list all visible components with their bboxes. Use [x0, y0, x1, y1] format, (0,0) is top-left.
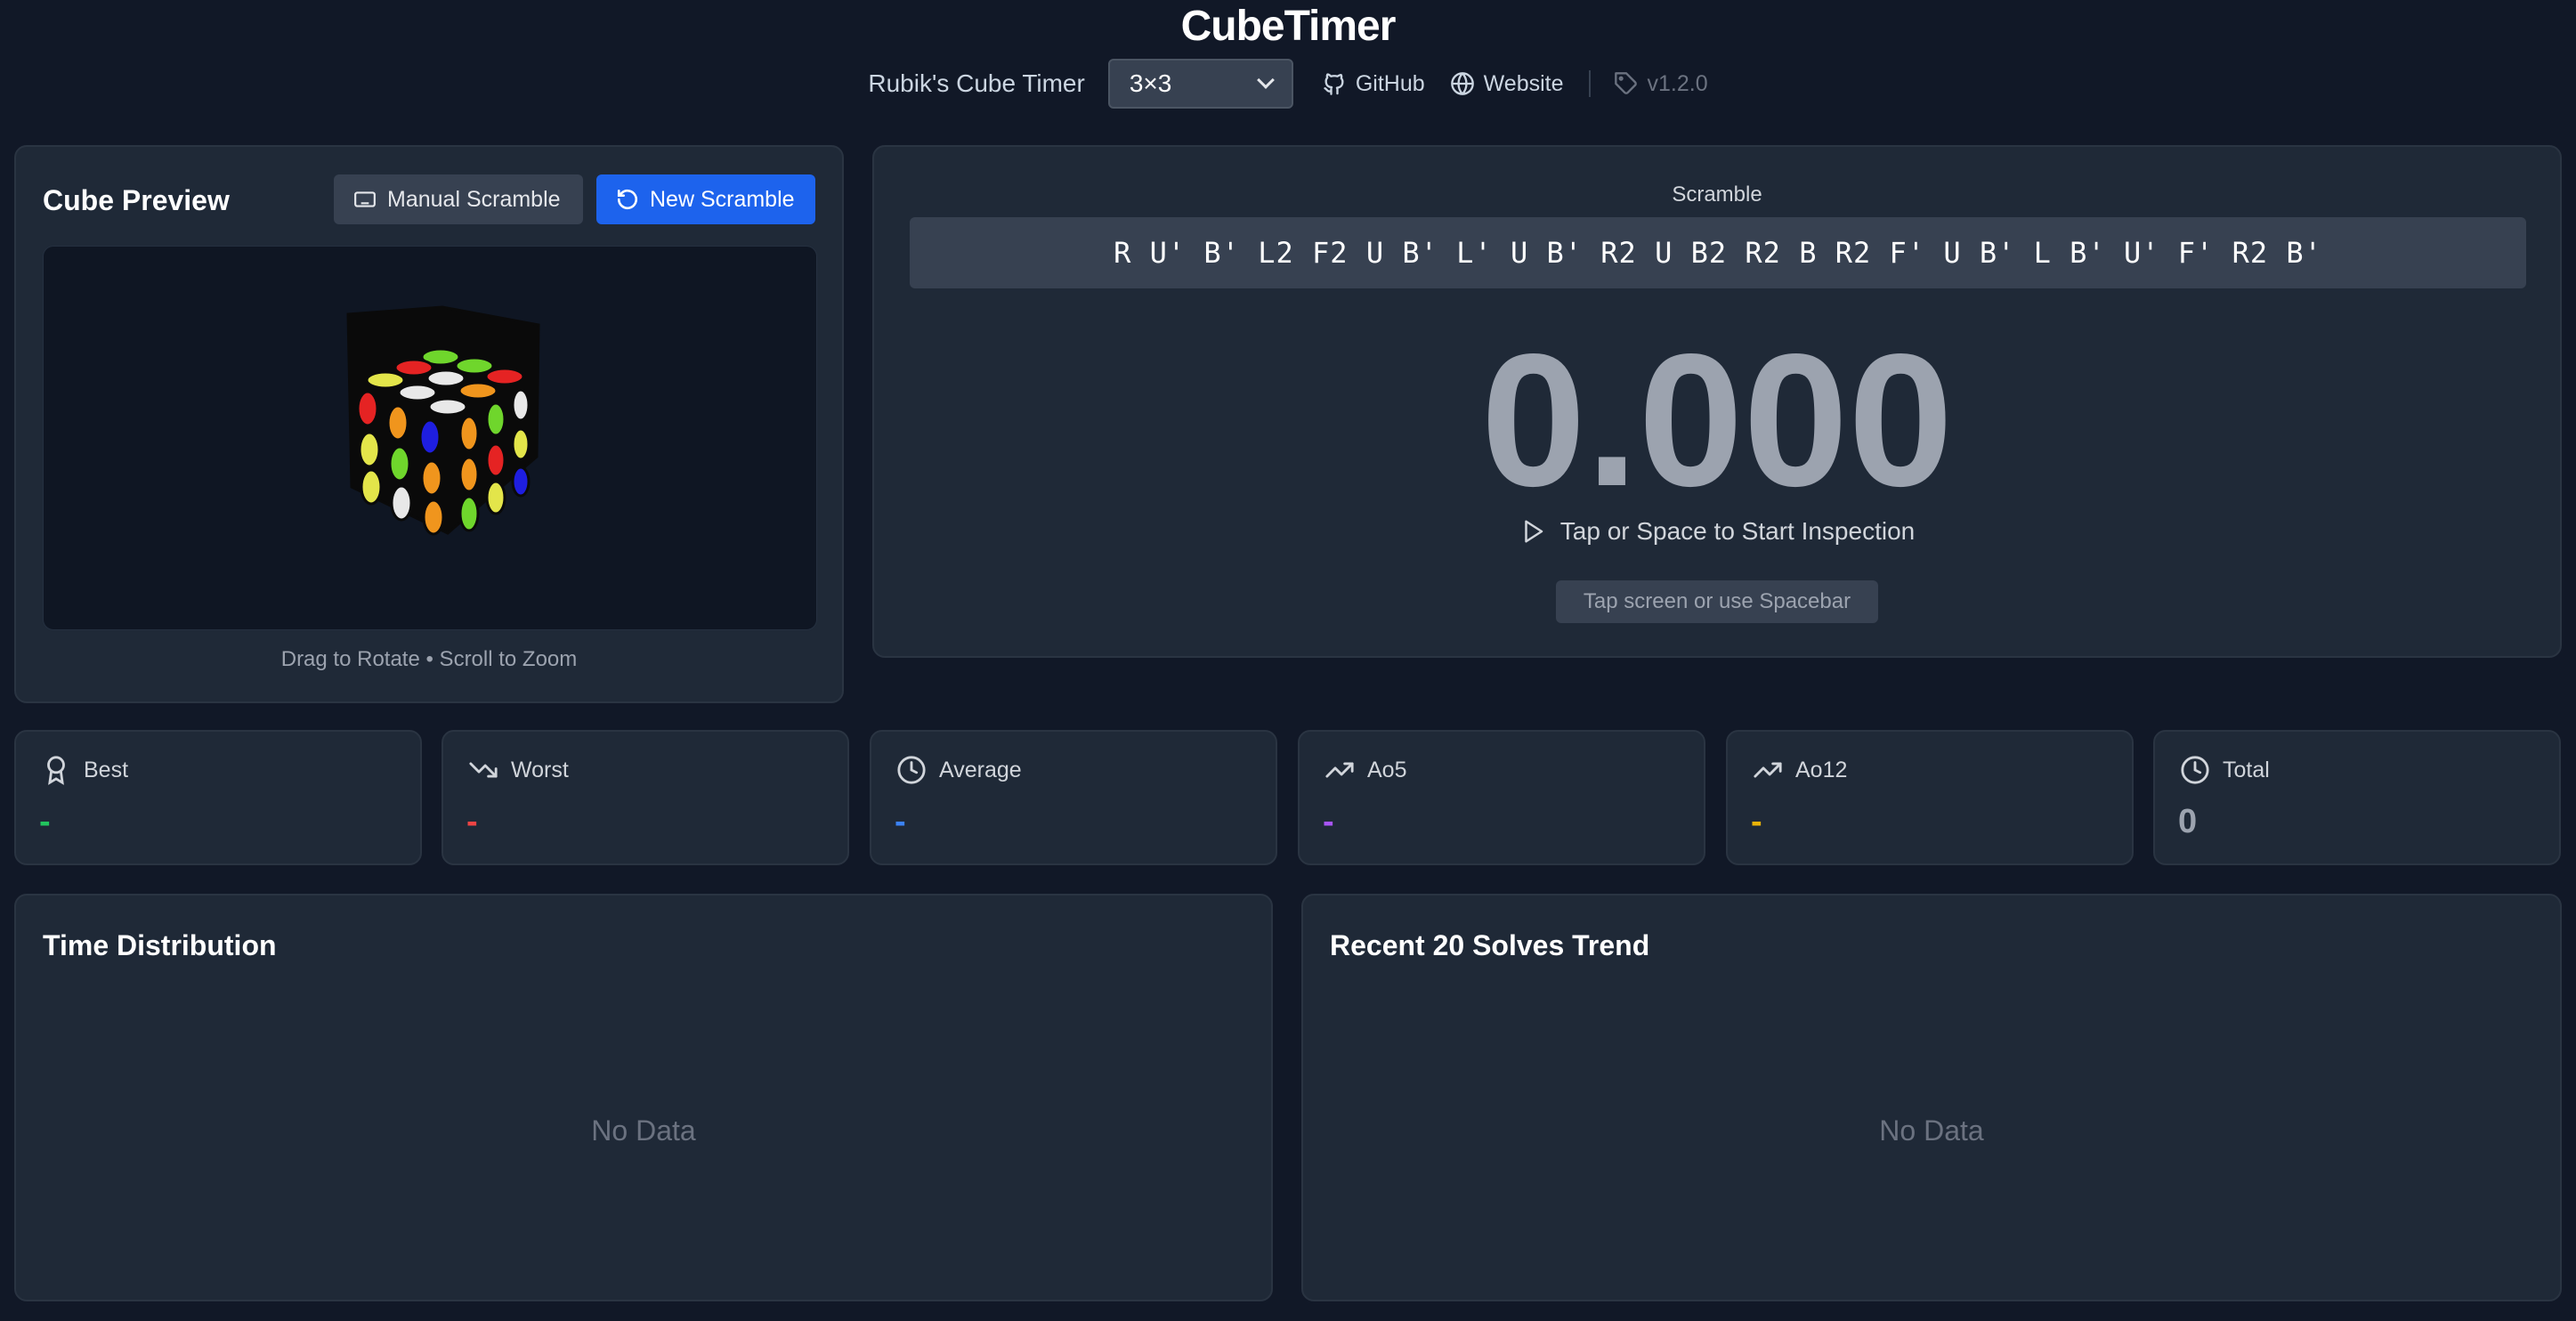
stat-value: - — [39, 803, 51, 840]
cube-controls-hint: Drag to Rotate • Scroll to Zoom — [280, 647, 578, 671]
website-link[interactable]: Website — [1450, 71, 1564, 97]
stat-card-best: Best - — [14, 730, 422, 865]
timer-card[interactable]: Scramble R U' B' L2 F2 U B' L' U B' R2 U… — [872, 145, 2562, 658]
trending-up-icon — [1754, 762, 1782, 778]
stat-value: - — [895, 803, 906, 840]
no-data-message: No Data — [1879, 1114, 1984, 1147]
cube-3d-viewport[interactable] — [43, 246, 817, 630]
new-scramble-label: New Scramble — [650, 186, 795, 212]
stat-value: 0 — [2178, 803, 2198, 840]
stat-value: - — [466, 803, 478, 840]
github-link[interactable]: GitHub — [1322, 71, 1425, 97]
app-title: CubeTimer — [1180, 3, 1397, 50]
time-distribution-title: Time Distribution — [43, 929, 277, 961]
stat-label: Average — [939, 757, 1022, 782]
stat-value: - — [1323, 803, 1334, 840]
chevron-down-icon — [1256, 71, 1275, 89]
award-icon — [47, 756, 65, 785]
website-label: Website — [1483, 70, 1564, 96]
stat-label: Ao5 — [1367, 757, 1407, 782]
recent-trend-title: Recent 20 Solves Trend — [1330, 929, 1650, 961]
new-scramble-button[interactable]: New Scramble — [596, 174, 815, 224]
clock-icon — [2181, 756, 2209, 784]
app-subtitle: Rubik's Cube Timer — [868, 69, 1085, 97]
github-label: GitHub — [1355, 70, 1425, 96]
stat-value: - — [1751, 803, 1762, 840]
play-icon — [1525, 520, 1543, 543]
stat-label: Worst — [511, 757, 569, 782]
github-icon — [1324, 73, 1344, 95]
version-badge: v1.2.0 — [1614, 71, 1708, 97]
stat-card-ao12: Ao12 - — [1726, 730, 2134, 865]
rubiks-cube-3d — [346, 305, 540, 536]
stat-card-average: Average - — [870, 730, 1277, 865]
header-divider — [1588, 70, 1591, 97]
keyboard-icon — [354, 191, 376, 207]
recent-trend-card: Recent 20 Solves Trend No Data — [1301, 894, 2562, 1301]
time-distribution-card: Time Distribution No Data — [14, 894, 1273, 1301]
stat-label: Best — [84, 757, 129, 782]
globe-icon — [1450, 72, 1474, 95]
puzzle-type-value: 3×3 — [1129, 69, 1172, 97]
cube-preview-title: Cube Preview — [43, 184, 230, 216]
trending-down-icon — [469, 762, 498, 778]
manual-scramble-button[interactable]: Manual Scramble — [334, 174, 583, 224]
tap-hint-button[interactable]: Tap screen or use Spacebar — [1556, 580, 1878, 623]
cube-preview-card: Cube Preview Manual Scramble New Scrambl… — [14, 145, 844, 703]
manual-scramble-label: Manual Scramble — [387, 186, 561, 212]
scramble-text: R U' B' L2 F2 U B' L' U B' R2 U B2 R2 B … — [910, 217, 2526, 288]
version-label: v1.2.0 — [1647, 70, 1708, 96]
no-data-message: No Data — [591, 1114, 696, 1147]
stat-label: Ao12 — [1795, 757, 1848, 782]
trending-up-icon — [1325, 762, 1354, 778]
stat-label: Total — [2223, 757, 2270, 782]
inspection-prompt: Tap or Space to Start Inspection — [874, 517, 2560, 546]
refresh-icon — [617, 189, 638, 210]
timer-display: 0.000 — [1480, 314, 1954, 525]
scramble-label: Scramble — [1672, 182, 1762, 207]
stat-card-total: Total 0 — [2153, 730, 2561, 865]
stat-card-worst: Worst - — [441, 730, 849, 865]
puzzle-type-select[interactable]: 3×3 — [1107, 59, 1293, 109]
stat-card-ao5: Ao5 - — [1298, 730, 1705, 865]
header-bar: Rubik's Cube Timer 3×3 GitHub Website v1… — [0, 59, 2576, 109]
inspection-text: Tap or Space to Start Inspection — [1559, 517, 1916, 545]
tag-icon — [1614, 72, 1637, 94]
clock-icon — [897, 756, 926, 784]
